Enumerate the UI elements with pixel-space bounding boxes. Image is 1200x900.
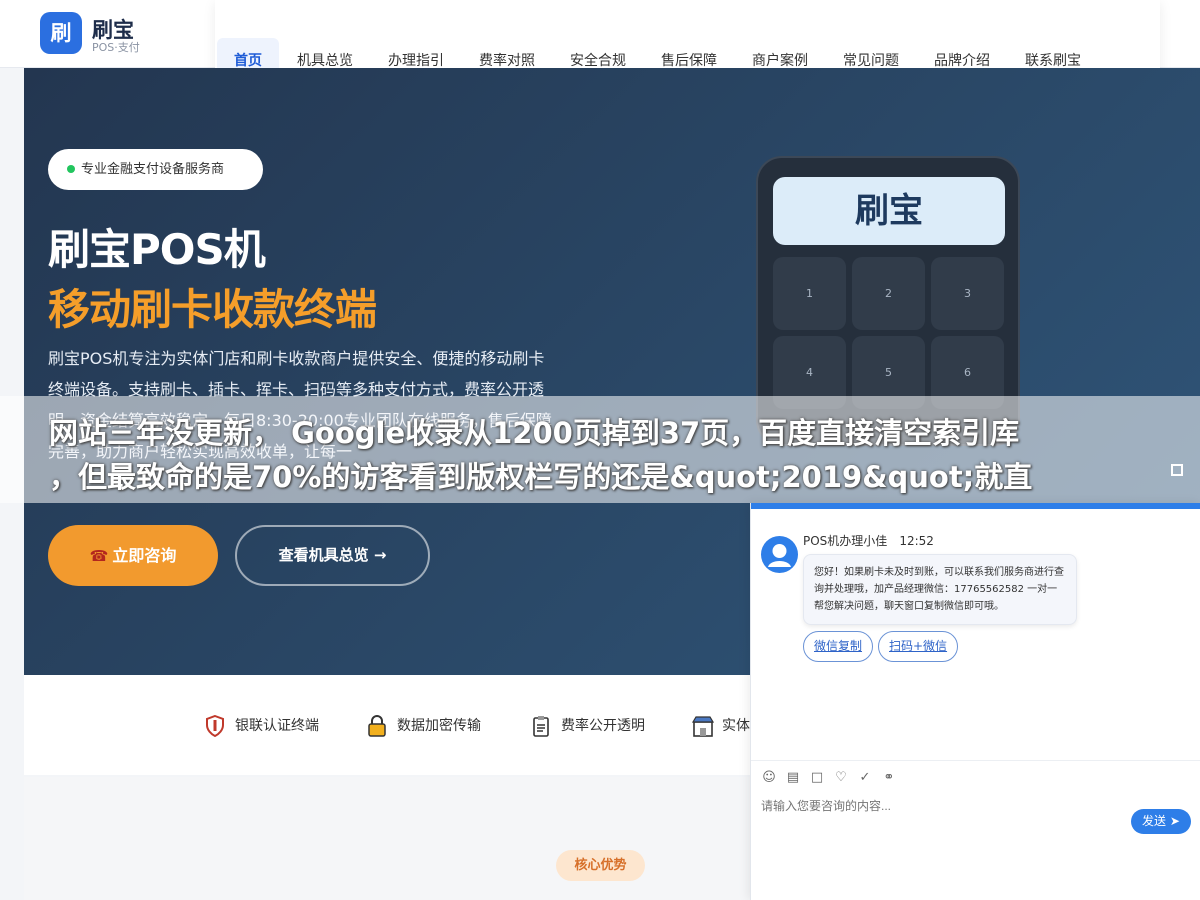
pos-screen: 刷宝	[773, 177, 1005, 245]
status-dot-icon	[67, 165, 75, 173]
phone-icon: ☎	[89, 547, 109, 565]
switch-icon[interactable]: ⚭	[881, 770, 897, 786]
lock-icon	[367, 715, 387, 737]
like-icon[interactable]: ✓	[857, 770, 873, 786]
chat-input[interactable]	[761, 799, 1061, 813]
agent-name: POS机办理小佳	[803, 534, 888, 548]
scan-wechat-button[interactable]: 扫码+微信	[878, 631, 959, 662]
screenshot-icon[interactable]: □	[809, 770, 825, 786]
overlay-headline-line1: 网站三年没更新， Google收录从1200页掉到37页，百度直接清空索引库	[49, 416, 1020, 450]
consult-button[interactable]: ☎ 立即咨询	[48, 525, 218, 586]
hero-badge: 专业金融支付设备服务商	[48, 149, 263, 190]
hero-badge-text: 专业金融支付设备服务商	[81, 162, 225, 177]
message-time: 12:52	[899, 534, 934, 548]
brand-subtitle: POS·支付	[92, 41, 140, 54]
chat-toolbar: ☺ ▤ □ ♡ ✓ ⚭	[761, 770, 897, 786]
overlay-close-icon[interactable]	[1171, 464, 1183, 476]
feature-item: 实体	[691, 715, 750, 737]
feature-label: 实体	[722, 718, 750, 734]
hero-title: 刷宝POS机	[48, 225, 266, 274]
core-advantages-section	[24, 777, 754, 900]
section-badge: 核心优势	[556, 850, 645, 881]
consult-button-label: 立即咨询	[112, 546, 177, 565]
feature-item: 银联认证终端	[205, 714, 319, 738]
copy-wechat-button[interactable]: 微信复制	[803, 631, 874, 662]
hero-subtitle: 移动刷卡收款终端	[48, 285, 377, 334]
feature-item: 数据加密传输	[367, 715, 481, 737]
chat-divider	[751, 760, 1200, 761]
clipboard-icon	[531, 715, 551, 737]
pos-key: 2	[852, 257, 925, 330]
feature-label: 银联认证终端	[235, 718, 319, 734]
send-icon: ➤	[1169, 814, 1180, 828]
pos-key: 1	[773, 257, 846, 330]
send-button[interactable]: 发送 ➤	[1131, 809, 1191, 834]
pos-key: 3	[931, 257, 1004, 330]
feature-label: 费率公开透明	[561, 718, 645, 734]
agent-meta: POS机办理小佳 12:52	[803, 532, 934, 549]
chat-widget: POS机办理小佳 12:52 您好！如果刷卡未及时到账，可以联系我们服务商进行查询…	[750, 503, 1200, 900]
send-label: 发送	[1142, 814, 1167, 828]
chat-message-bubble: 您好！如果刷卡未及时到账，可以联系我们服务商进行查询并处理哦，加产品经理微信：1…	[803, 554, 1077, 625]
feature-label: 数据加密传输	[397, 718, 481, 734]
rate-icon[interactable]: ♡	[833, 770, 849, 786]
feature-item: 费率公开透明	[531, 715, 645, 737]
overlay-headline-line2: ，但最致命的是70%的访客看到版权栏写的还是&quot;2019&quot;就直	[49, 460, 1033, 494]
chat-header-strip	[751, 503, 1200, 509]
shield-icon	[205, 714, 225, 738]
image-icon[interactable]: ▤	[785, 770, 801, 786]
agent-avatar	[761, 536, 798, 573]
brand-logo[interactable]: 刷	[40, 12, 82, 54]
emoji-icon[interactable]: ☺	[761, 770, 777, 786]
store-icon	[691, 715, 715, 737]
view-devices-button[interactable]: 查看机具总览 →	[235, 525, 430, 586]
